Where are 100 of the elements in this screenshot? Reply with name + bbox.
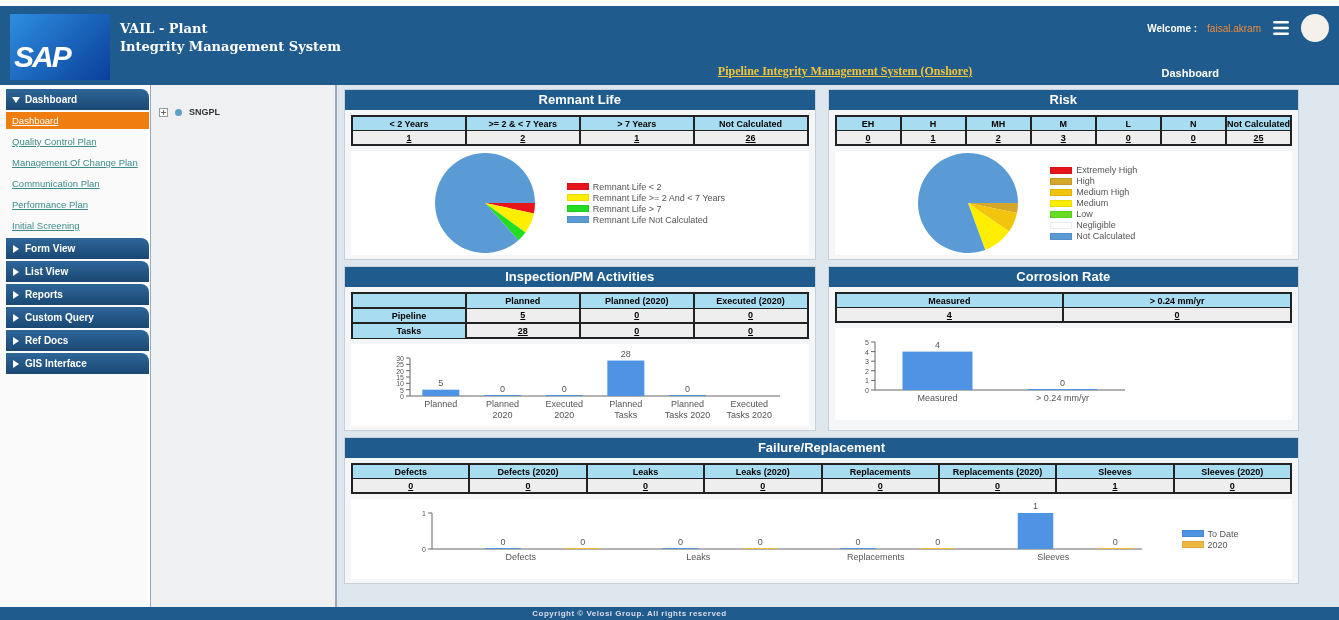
legend-label: High: [1076, 176, 1095, 186]
data-label: 0: [1112, 537, 1118, 547]
legend-swatch: [1181, 541, 1204, 548]
axis-category-label: Executed Tasks 2020: [725, 399, 773, 421]
data-label: 4: [934, 339, 940, 350]
y-axis: [427, 512, 432, 550]
column-header: Executed (2020): [693, 293, 808, 308]
legend-swatch: [1050, 199, 1073, 207]
row-header: Tasks: [352, 323, 466, 338]
sidebar-link[interactable]: Performance Plan: [6, 196, 149, 213]
legend-label: Low: [1076, 209, 1093, 219]
triangle-right-icon: [12, 336, 20, 345]
legend-label: Extremely High: [1076, 165, 1138, 175]
column-header: > 7 Years: [579, 116, 694, 131]
triangle-right-icon: [12, 359, 20, 368]
legend-label: Remnant Life Not Calculated: [592, 214, 708, 225]
node-icon: [174, 107, 183, 117]
sidebar-section[interactable]: Custom Query: [6, 307, 149, 328]
app-title: Integrity Management System: [120, 38, 342, 56]
copyright-text: Copyright © Velosi Group. All rights reserved: [532, 609, 727, 618]
legend-label: 2020: [1207, 539, 1228, 550]
column-header: >= 2 & < 7 Years: [465, 116, 580, 131]
avatar[interactable]: [1301, 14, 1329, 42]
column-header: Not Calculated: [1225, 116, 1291, 131]
column-header: Replacements (2020): [938, 464, 1057, 479]
sidebar-link[interactable]: Quality Control Plan: [6, 133, 149, 150]
data-label: 0: [757, 537, 763, 547]
legend-label: Medium: [1076, 198, 1109, 208]
column-header: > 0.24 mm/yr: [1063, 293, 1291, 308]
sidebar-link[interactable]: Management Of Change Plan: [6, 154, 149, 171]
data-label: 0: [684, 384, 690, 394]
column-header: Leaks (2020): [704, 464, 822, 479]
username: faisal.akram: [1207, 22, 1261, 34]
legend-swatch: [566, 194, 589, 201]
legend-swatch: [1181, 530, 1204, 537]
axis-category-label: > 0.24 mm/yr: [1034, 393, 1090, 404]
legend-label: Negligible: [1076, 220, 1116, 230]
column-header: L: [1095, 116, 1161, 131]
welcome-label: Welcome :: [1147, 22, 1198, 34]
triangle-right-icon: [12, 290, 20, 299]
column-header: Leaks: [586, 464, 705, 479]
data-label: 0: [934, 537, 940, 547]
data-label: 5: [438, 377, 444, 388]
column-header: Sleeves: [1056, 464, 1174, 479]
column-header: H: [900, 116, 966, 131]
column-header: EH: [835, 116, 901, 131]
axis-category-label: Planned: [423, 399, 459, 410]
column-header: M: [1030, 116, 1096, 131]
sidebar-section[interactable]: Reports: [6, 284, 149, 305]
logo: SAP: [10, 14, 110, 80]
sidebar-link[interactable]: Initial Screening: [6, 217, 149, 234]
axis-category-label: Leaks: [684, 552, 711, 563]
tree-node[interactable]: SNGPL: [189, 107, 220, 117]
legend-label: Medium High: [1076, 187, 1130, 197]
data-label: 0: [855, 537, 860, 547]
legend-label: Remnant Life < 2: [592, 181, 662, 192]
y-axis: [405, 357, 411, 397]
legend-swatch: [1050, 210, 1073, 218]
card-title: Failure/Replacement: [345, 438, 1298, 458]
sidebar-section[interactable]: Form View: [6, 238, 149, 259]
column-header: MH: [965, 116, 1031, 131]
sidebar-link[interactable]: Communication Plan: [6, 175, 149, 192]
column-header: Measured: [835, 293, 1064, 308]
data-label: 0: [499, 384, 505, 394]
legend-swatch: [566, 183, 589, 190]
axis-category-label: Planned 2020: [484, 399, 520, 421]
breadcrumb: Dashboard: [1161, 67, 1219, 79]
data-label: 28: [620, 348, 631, 359]
triangle-down-icon: [12, 95, 20, 104]
data-label: 0: [561, 384, 567, 394]
y-axis: [870, 341, 875, 391]
column-header: Not Calculated: [693, 116, 808, 131]
card-title: Corrosion Rate: [828, 267, 1298, 287]
bar: [607, 360, 645, 396]
menu-icon[interactable]: [1271, 18, 1291, 38]
data-label: 0: [677, 537, 683, 547]
page-subtitle: Pipeline Integrity Management System (Onshore): [717, 64, 973, 79]
axis-category-label: Measured: [916, 393, 958, 404]
sidebar-section[interactable]: List View: [6, 261, 149, 282]
sidebar-section[interactable]: Dashboard: [6, 89, 149, 110]
sidebar-section[interactable]: Ref Docs: [6, 330, 149, 351]
data-label: 0: [579, 537, 585, 547]
data-label: 0: [1059, 378, 1065, 388]
legend-swatch: [566, 205, 589, 212]
legend-label: Remnant Life >= 2 And < 7 Years: [592, 192, 726, 203]
expand-icon[interactable]: [159, 107, 168, 117]
axis-category-label: Planned Tasks: [608, 399, 644, 421]
axis-category-label: Defects: [504, 552, 537, 563]
data-label: 1: [1032, 501, 1038, 511]
legend-swatch: [566, 216, 589, 223]
axis-category-label: Executed 2020: [544, 399, 584, 421]
column-header: Planned (2020): [579, 293, 694, 308]
legend-swatch: [1050, 232, 1073, 240]
triangle-right-icon: [12, 313, 20, 322]
sidebar-section[interactable]: GIS Interface: [6, 353, 149, 374]
legend-label: Not Calculated: [1076, 231, 1136, 241]
triangle-right-icon: [12, 244, 20, 253]
legend-swatch: [1050, 188, 1073, 196]
triangle-right-icon: [12, 267, 20, 276]
legend-swatch: [1050, 166, 1073, 174]
